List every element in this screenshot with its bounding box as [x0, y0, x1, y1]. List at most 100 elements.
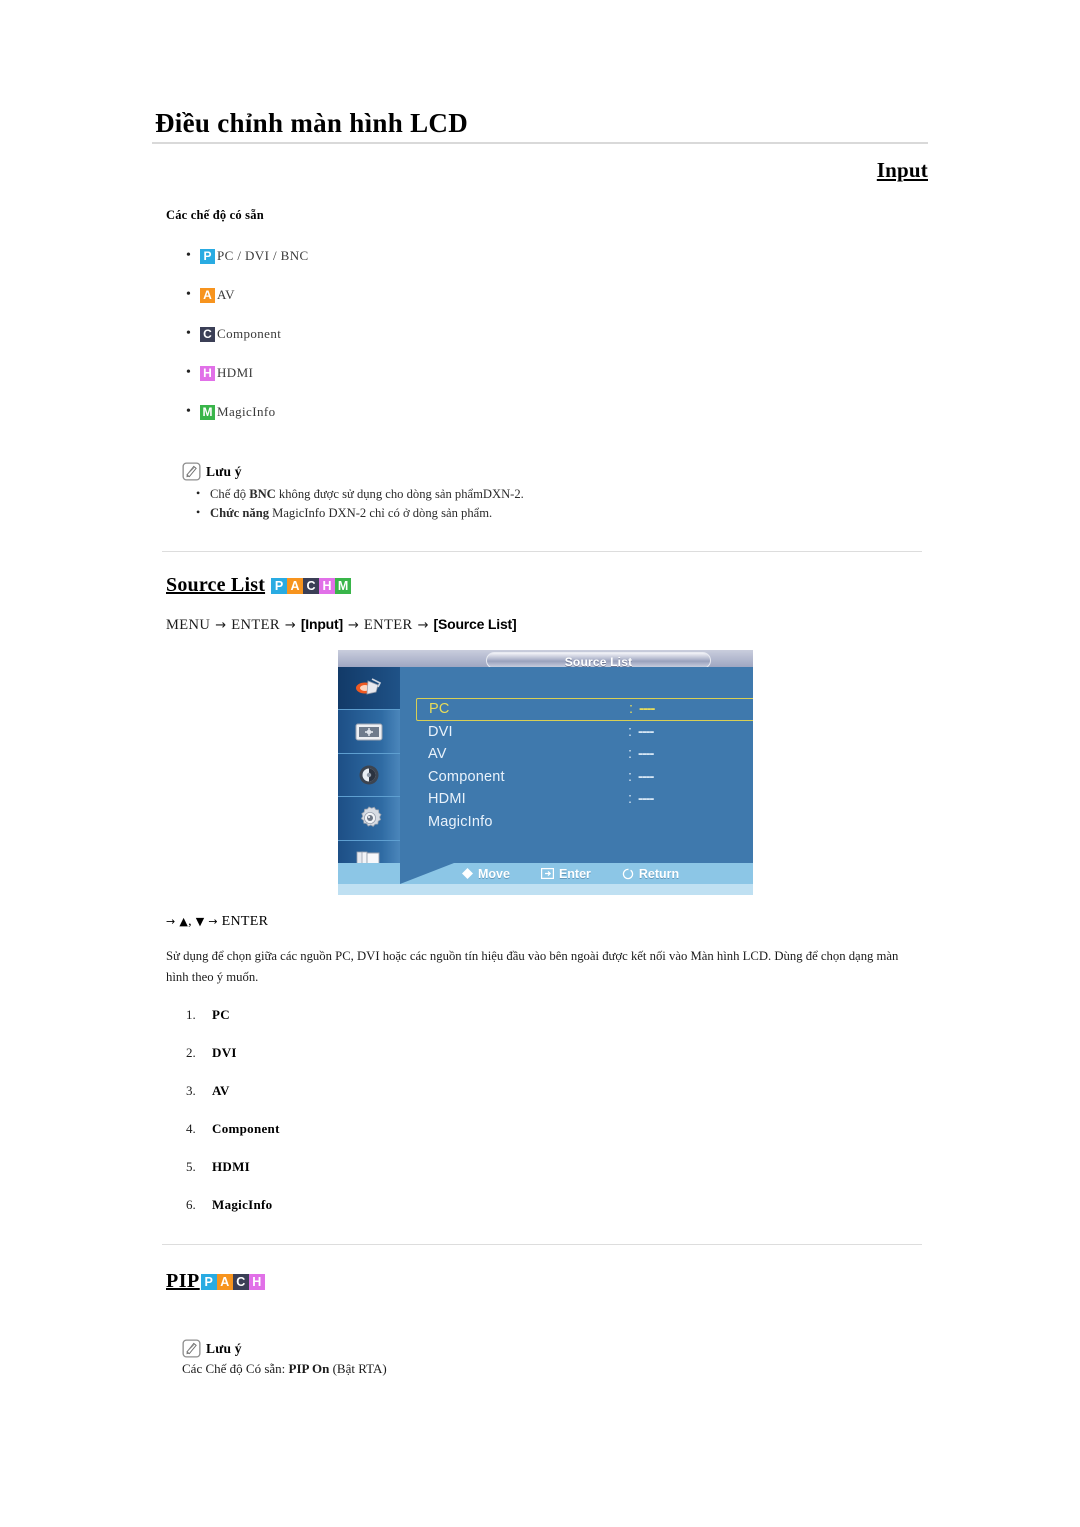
mode-badge-c: C: [200, 326, 215, 342]
badge-a: A: [216, 1273, 233, 1290]
badge-m: M: [335, 577, 352, 594]
osd-row-pc[interactable]: PC : ----: [416, 698, 753, 721]
setup-gear-icon: [360, 806, 382, 828]
list-label: Component: [212, 1121, 280, 1136]
list-item: A AV: [186, 283, 309, 307]
section-heading-pip: PIP P A C H: [166, 1270, 265, 1293]
arrow-icon: →: [166, 915, 176, 928]
menu-step-enter-2: ENTER: [363, 617, 413, 633]
bullet-icon: [186, 288, 200, 302]
osd-source-rows: PC : ---- DVI : ---- AV : ---- Component…: [416, 698, 753, 834]
note-items: Chế độ BNC không được sử dụng cho dòng s…: [182, 484, 524, 523]
note-pencil-icon: [182, 1339, 201, 1358]
osd-row-av[interactable]: AV : ----: [422, 743, 753, 766]
note-text-post: không được sử dụng cho dòng sản phẩmDXN-…: [275, 487, 524, 501]
osd-hint-bar: Move Enter Return: [338, 863, 753, 884]
osd-sidebar-item-picture[interactable]: [338, 667, 400, 711]
osd-row-dvi[interactable]: DVI : ----: [422, 721, 753, 744]
osd-row-component[interactable]: Component : ----: [422, 766, 753, 789]
mode-badge-p: P: [200, 248, 215, 264]
title-divider: [152, 142, 928, 144]
list-item: 4. Component: [186, 1121, 280, 1141]
note-text-post: MagicInfo DXN-2 chỉ có ở dòng sản phẩm.: [269, 506, 493, 520]
osd-row-colon: :: [628, 768, 633, 785]
osd-row-label: Component: [428, 768, 505, 785]
list-number: 1.: [186, 1007, 196, 1022]
key-sequence-enter: ENTER: [221, 914, 269, 929]
pip-note-strong: PIP On: [288, 1361, 330, 1376]
osd-row-value: ----: [638, 723, 654, 740]
arrow-icon: →: [284, 618, 296, 633]
list-item: 5. HDMI: [186, 1159, 280, 1179]
list-label: HDMI: [212, 1159, 251, 1174]
list-item: 1. PC: [186, 1007, 280, 1027]
osd-sidebar: [338, 667, 400, 879]
osd-row-value: ----: [638, 746, 654, 763]
available-modes-list: P PC / DVI / BNC A AV C Component H HDMI…: [186, 244, 309, 439]
list-number: 2.: [186, 1045, 196, 1060]
osd-row-hdmi[interactable]: HDMI : ----: [422, 788, 753, 811]
badge-p: P: [200, 1273, 217, 1290]
list-item: 3. AV: [186, 1083, 280, 1103]
list-item: C Component: [186, 322, 309, 346]
enter-icon: [540, 868, 554, 879]
list-item: P PC / DVI / BNC: [186, 244, 309, 268]
section-divider-source-list: [162, 551, 922, 552]
osd-row-colon: :: [628, 791, 633, 808]
osd-hint-return: Return: [622, 867, 679, 881]
osd-sidebar-item-screen[interactable]: [338, 710, 400, 754]
pip-note-pre: Các Chế độ Có sẵn:: [182, 1361, 289, 1376]
menu-step-enter: ENTER: [231, 617, 280, 633]
osd-sidebar-item-sound[interactable]: [338, 754, 400, 798]
osd-hint-move: Move: [462, 867, 510, 881]
mode-label: PC / DVI / BNC: [217, 248, 309, 263]
note-header: Lưu ý: [182, 1339, 387, 1358]
note-text-strong: BNC: [249, 487, 276, 501]
available-modes-heading: Các chế độ có sẵn: [166, 208, 264, 222]
bullet-icon: [186, 249, 200, 263]
osd-footer-strip: [338, 884, 753, 895]
move-diamond-icon: [462, 868, 473, 879]
osd-hint-label: Move: [478, 866, 510, 881]
source-list-items: 1. PC 2. DVI 3. AV 4. Component 5. HDMI …: [186, 1007, 280, 1235]
key-sequence-comma: ,: [188, 914, 192, 929]
arrow-down-icon: ▼: [195, 915, 205, 928]
bullet-icon: [186, 327, 200, 341]
sound-icon: [359, 765, 379, 785]
osd-row-value: ----: [638, 768, 654, 785]
key-sequence: → ▲, ▼ → ENTER: [166, 914, 268, 930]
note-block-pip: Lưu ý Các Chế độ Có sẵn: PIP On (Bật RTA…: [182, 1339, 387, 1377]
note-block-input: Lưu ý Chế độ BNC không được sử dụng cho …: [182, 462, 524, 523]
list-item: 6. MagicInfo: [186, 1197, 280, 1217]
osd-screenshot: Source List PC: ---- DVI: ---- AV: --…: [338, 650, 753, 895]
mode-label: Component: [217, 326, 282, 341]
note-pencil-icon: [182, 462, 201, 481]
osd-sidebar-item-setup[interactable]: [338, 797, 400, 841]
list-item: Chế độ BNC không được sử dụng cho dòng s…: [196, 484, 524, 504]
osd-row-colon: :: [629, 701, 634, 718]
osd-row-label: AV: [428, 746, 447, 763]
osd-row-value: ----: [638, 791, 654, 808]
list-number: 3.: [186, 1083, 196, 1098]
menu-step-input: [Input]: [300, 616, 343, 632]
arrow-icon: →: [208, 915, 218, 928]
page-title: Điều chỉnh màn hình LCD: [155, 108, 468, 138]
section-divider-pip: [162, 1244, 922, 1245]
pip-note-text: Các Chế độ Có sẵn: PIP On (Bật RTA): [182, 1361, 387, 1377]
osd-content: PC : ---- DVI : ---- AV : ---- Component…: [400, 667, 753, 879]
note-title: Lưu ý: [206, 463, 242, 479]
list-label: MagicInfo: [212, 1197, 273, 1212]
badge-c: C: [303, 577, 320, 594]
document-page: Điều chỉnh màn hình LCD Input Các chế độ…: [0, 0, 1080, 1527]
list-number: 5.: [186, 1159, 196, 1174]
list-item: M MagicInfo: [186, 400, 309, 424]
osd-row-value: ----: [639, 701, 655, 718]
mode-label: MagicInfo: [217, 404, 276, 419]
osd-row-magicinfo[interactable]: MagicInfo: [422, 811, 753, 834]
osd-hint-enter: Enter: [540, 867, 591, 881]
list-label: PC: [212, 1007, 230, 1022]
menu-path: MENU → ENTER → [Input] → ENTER → [Source…: [166, 616, 517, 634]
bullet-icon: [186, 366, 200, 380]
badge-a: A: [287, 577, 304, 594]
mode-badge-m: M: [200, 404, 215, 420]
